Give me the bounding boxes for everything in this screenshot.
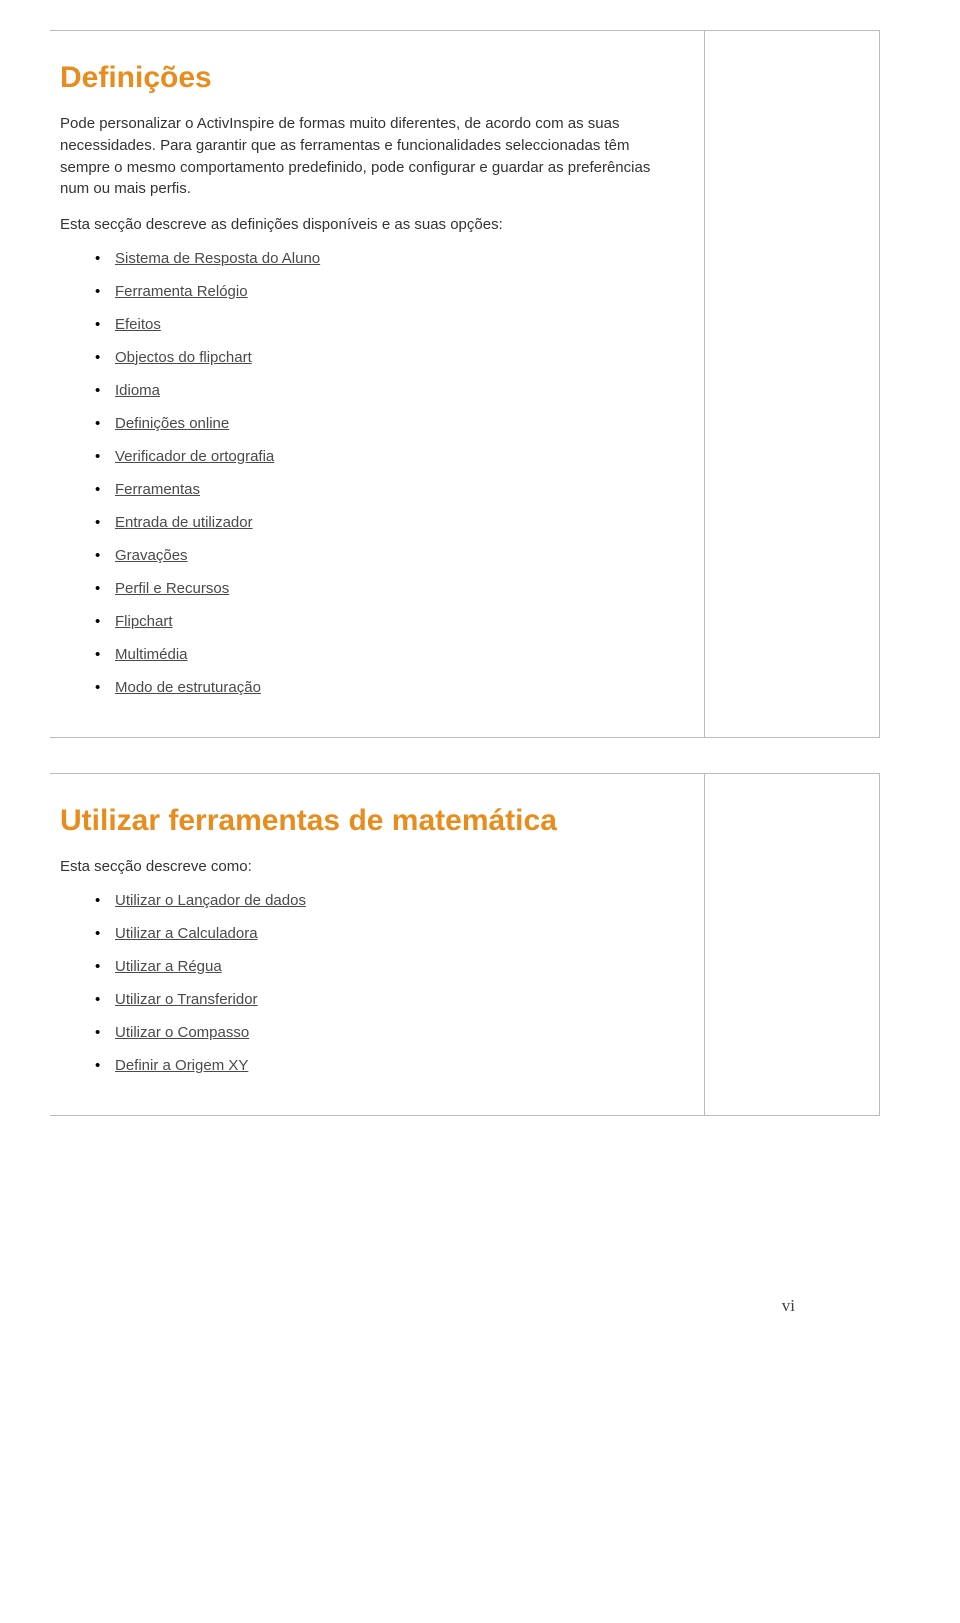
list-item: Multimédia (95, 646, 679, 663)
intro-para-3: Esta secção descreve como: (60, 856, 679, 878)
list-item: Objectos do flipchart (95, 349, 679, 366)
link-ferramenta-relogio[interactable]: Ferramenta Relógio (115, 283, 248, 300)
main-content-1: Definições Pode personalizar o ActivInsp… (50, 30, 705, 738)
side-column-2 (705, 773, 880, 1116)
side-column-1 (705, 30, 880, 738)
heading-definicoes: Definições (60, 61, 679, 95)
list-item: Modo de estruturação (95, 679, 679, 696)
list-item: Ferramentas (95, 481, 679, 498)
link-ferramentas[interactable]: Ferramentas (115, 481, 200, 498)
link-origem-xy[interactable]: Definir a Origem XY (115, 1057, 248, 1074)
list-item: Utilizar a Régua (95, 958, 679, 975)
matematica-list: Utilizar o Lançador de dados Utilizar a … (95, 892, 679, 1074)
link-gravacoes[interactable]: Gravações (115, 547, 188, 564)
link-perfil-recursos[interactable]: Perfil e Recursos (115, 580, 229, 597)
list-item: Idioma (95, 382, 679, 399)
list-item: Efeitos (95, 316, 679, 333)
link-multimedia[interactable]: Multimédia (115, 646, 188, 663)
section-matematica: Utilizar ferramentas de matemática Esta … (50, 773, 880, 1116)
intro-para-1: Pode personalizar o ActivInspire de form… (60, 113, 679, 200)
list-item: Sistema de Resposta do Aluno (95, 250, 679, 267)
list-item: Entrada de utilizador (95, 514, 679, 531)
definicoes-list: Sistema de Resposta do Aluno Ferramenta … (95, 250, 679, 696)
link-regua[interactable]: Utilizar a Régua (115, 958, 222, 975)
list-item: Utilizar o Compasso (95, 1024, 679, 1041)
link-efeitos[interactable]: Efeitos (115, 316, 161, 333)
list-item: Definições online (95, 415, 679, 432)
heading-matematica: Utilizar ferramentas de matemática (60, 804, 679, 838)
list-item: Utilizar o Transferidor (95, 991, 679, 1008)
link-lancador-dados[interactable]: Utilizar o Lançador de dados (115, 892, 306, 909)
link-idioma[interactable]: Idioma (115, 382, 160, 399)
list-item: Ferramenta Relógio (95, 283, 679, 300)
list-item: Definir a Origem XY (95, 1057, 679, 1074)
link-calculadora[interactable]: Utilizar a Calculadora (115, 925, 258, 942)
link-objectos-flipchart[interactable]: Objectos do flipchart (115, 349, 252, 366)
list-item: Utilizar o Lançador de dados (95, 892, 679, 909)
link-verificador-ortografia[interactable]: Verificador de ortografia (115, 448, 274, 465)
list-item: Perfil e Recursos (95, 580, 679, 597)
section-definicoes: Definições Pode personalizar o ActivInsp… (50, 30, 880, 738)
link-entrada-utilizador[interactable]: Entrada de utilizador (115, 514, 253, 531)
link-definicoes-online[interactable]: Definições online (115, 415, 229, 432)
page: Definições Pode personalizar o ActivInsp… (0, 0, 960, 1356)
link-compasso[interactable]: Utilizar o Compasso (115, 1024, 249, 1041)
list-item: Flipchart (95, 613, 679, 630)
link-sistema-resposta[interactable]: Sistema de Resposta do Aluno (115, 250, 320, 267)
list-item: Gravações (95, 547, 679, 564)
main-content-2: Utilizar ferramentas de matemática Esta … (50, 773, 705, 1116)
link-flipchart[interactable]: Flipchart (115, 613, 173, 630)
page-number: vi (50, 1296, 880, 1316)
link-modo-estruturacao[interactable]: Modo de estruturação (115, 679, 261, 696)
list-item: Verificador de ortografia (95, 448, 679, 465)
list-item: Utilizar a Calculadora (95, 925, 679, 942)
link-transferidor[interactable]: Utilizar o Transferidor (115, 991, 258, 1008)
intro-para-2: Esta secção descreve as definições dispo… (60, 214, 679, 236)
